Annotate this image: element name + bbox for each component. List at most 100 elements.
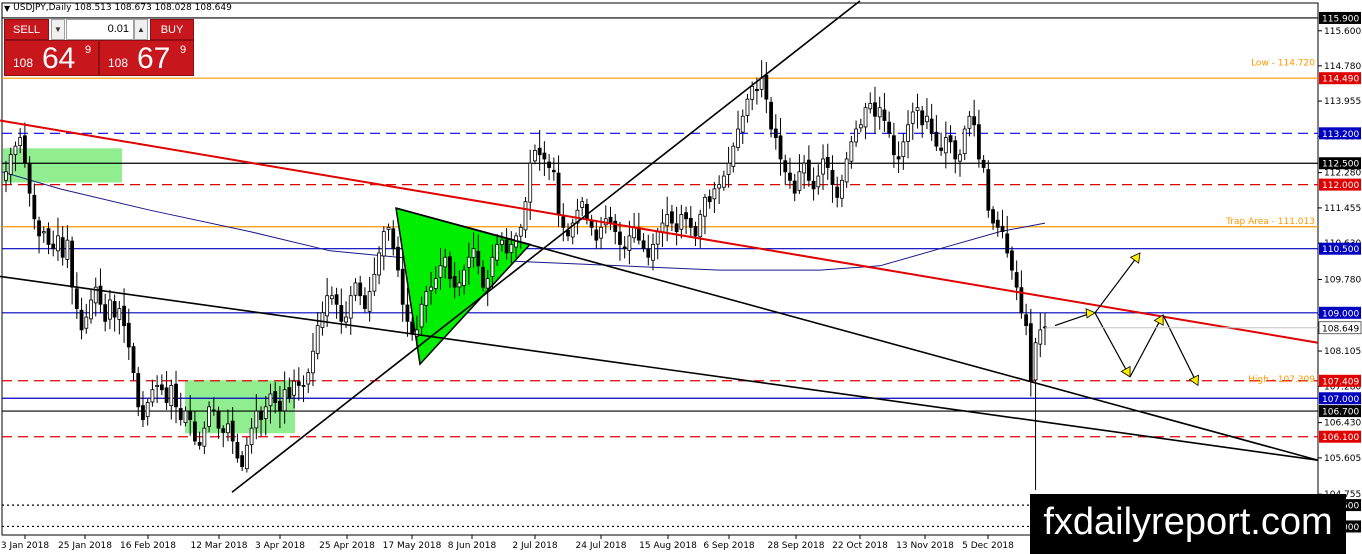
- x-tick-label-14: 13 Nov 2018: [896, 541, 954, 551]
- buy-price-box[interactable]: 108 67 9: [99, 40, 194, 76]
- candle-body-72: [344, 316, 348, 323]
- candle-body-139: [660, 222, 665, 233]
- candle-body-79: [377, 252, 381, 276]
- candle-body-50: [240, 455, 245, 468]
- candle-body-131: [622, 246, 627, 250]
- candle-body-137: [651, 244, 655, 261]
- candle-body-217: [1028, 323, 1033, 382]
- candle-body-4: [22, 135, 27, 164]
- candle-body-57: [273, 391, 278, 403]
- y-tick-label-9: 108.105: [1324, 347, 1361, 357]
- candle-body-189: [896, 156, 901, 160]
- candle-body-33: [159, 384, 164, 391]
- candle-body-209: [991, 209, 995, 224]
- candle-body-43: [207, 406, 211, 427]
- x-tick-label-12: 28 Sep 2018: [767, 541, 824, 551]
- candle-body-174: [825, 156, 830, 168]
- candle-body-136: [646, 248, 651, 258]
- y-tick-label-5: 111.455: [1324, 204, 1361, 214]
- candle-body-2: [13, 145, 18, 156]
- candle-body-203: [962, 128, 967, 155]
- candle-body-56: [268, 393, 273, 407]
- sell-button[interactable]: SELL: [4, 19, 49, 40]
- candle-body-100: [476, 250, 481, 267]
- candle-body-125: [594, 229, 599, 241]
- lot-size-input[interactable]: 0.01: [66, 19, 134, 40]
- candle-body-54: [259, 411, 263, 421]
- candle-body-116: [551, 169, 556, 173]
- x-tick-label-11: 6 Sep 2018: [703, 541, 755, 551]
- candle-body-104: [495, 244, 500, 261]
- sell-price-box[interactable]: 108 64 9: [4, 40, 99, 76]
- candle-body-182: [863, 107, 868, 128]
- candle-body-165: [783, 160, 788, 173]
- candle-body-98: [466, 256, 471, 268]
- candle-body-213: [1010, 250, 1014, 271]
- candle-body-32: [155, 385, 160, 387]
- y-tick-label-12: 105.605: [1324, 454, 1361, 464]
- candle-body-47: [226, 423, 230, 434]
- x-tick-label-2: 16 Feb 2018: [120, 541, 176, 551]
- candle-body-115: [547, 161, 552, 168]
- lot-increase-button[interactable]: ▲: [134, 19, 148, 40]
- candle-body-163: [773, 128, 778, 139]
- candle-body-128: [608, 216, 613, 224]
- candle-body-93: [443, 256, 448, 268]
- candle-body-132: [627, 235, 632, 251]
- y-tick-label-2: 113.955: [1324, 97, 1361, 107]
- candle-body-45: [216, 411, 221, 429]
- y-tick-label-11: 106.430: [1324, 419, 1361, 429]
- y-tick-label-7: 109.780: [1324, 275, 1361, 285]
- candle-body-10: [51, 243, 56, 250]
- candle-body-185: [877, 107, 882, 118]
- current-price-tag: 108.649: [1322, 324, 1359, 334]
- candle-body-63: [301, 385, 306, 387]
- candle-body-94: [448, 256, 452, 280]
- candle-body-198: [939, 147, 943, 151]
- candle-body-109: [518, 226, 523, 237]
- candle-body-38: [183, 410, 188, 423]
- candle-body-164: [778, 135, 783, 160]
- candle-body-145: [688, 217, 693, 228]
- candle-body-25: [122, 305, 126, 327]
- candle-body-14: [70, 240, 75, 288]
- candle-body-83: [396, 246, 400, 271]
- candle-body-170: [806, 159, 811, 181]
- candle-body-176: [835, 186, 840, 198]
- candle-body-62: [296, 381, 301, 386]
- candle-body-192: [910, 111, 915, 124]
- chart-header: ▼ USDJPY,Daily 108.513 108.673 108.028 1…: [4, 3, 232, 13]
- candle-body-190: [901, 141, 906, 157]
- candle-body-161: [764, 74, 769, 100]
- candle-body-96: [457, 282, 462, 288]
- x-tick-label-13: 22 Oct 2018: [832, 541, 888, 551]
- candle-body-171: [811, 180, 816, 190]
- candle-body-69: [329, 295, 334, 300]
- candle-body-59: [282, 389, 287, 412]
- candle-body-99: [471, 248, 476, 258]
- candle-body-97: [462, 269, 467, 286]
- x-tick-label-10: 15 Aug 2018: [639, 541, 697, 551]
- level-tag-3: 112.500: [1322, 160, 1359, 170]
- candle-body-26: [126, 322, 131, 348]
- candle-body-141: [670, 211, 674, 224]
- level-tag-11: 106.100: [1322, 433, 1359, 443]
- candle-body-67: [320, 312, 325, 328]
- level-tag-10: 106.700: [1322, 408, 1359, 418]
- candle-body-84: [400, 268, 405, 305]
- candle-body-88: [419, 303, 424, 328]
- candle-body-40: [193, 421, 197, 442]
- candle-body-173: [821, 158, 825, 175]
- candle-body-218: [1033, 342, 1038, 381]
- candle-body-149: [707, 196, 712, 203]
- buy-button[interactable]: BUY: [150, 19, 194, 40]
- candle-body-195: [925, 115, 929, 123]
- candle-body-51: [244, 444, 249, 470]
- candle-body-12: [60, 237, 65, 258]
- level-tag-7: 109.000: [1322, 309, 1359, 319]
- candle-body-193: [915, 107, 920, 111]
- lot-decrease-button[interactable]: ▼: [51, 19, 65, 40]
- candle-body-85: [405, 304, 410, 322]
- price-chart[interactable]: Low - 114.720 Trap Area - 111.013 High - 1…: [0, 0, 1362, 554]
- x-tick-label-15: 5 Dec 2018: [962, 541, 1014, 551]
